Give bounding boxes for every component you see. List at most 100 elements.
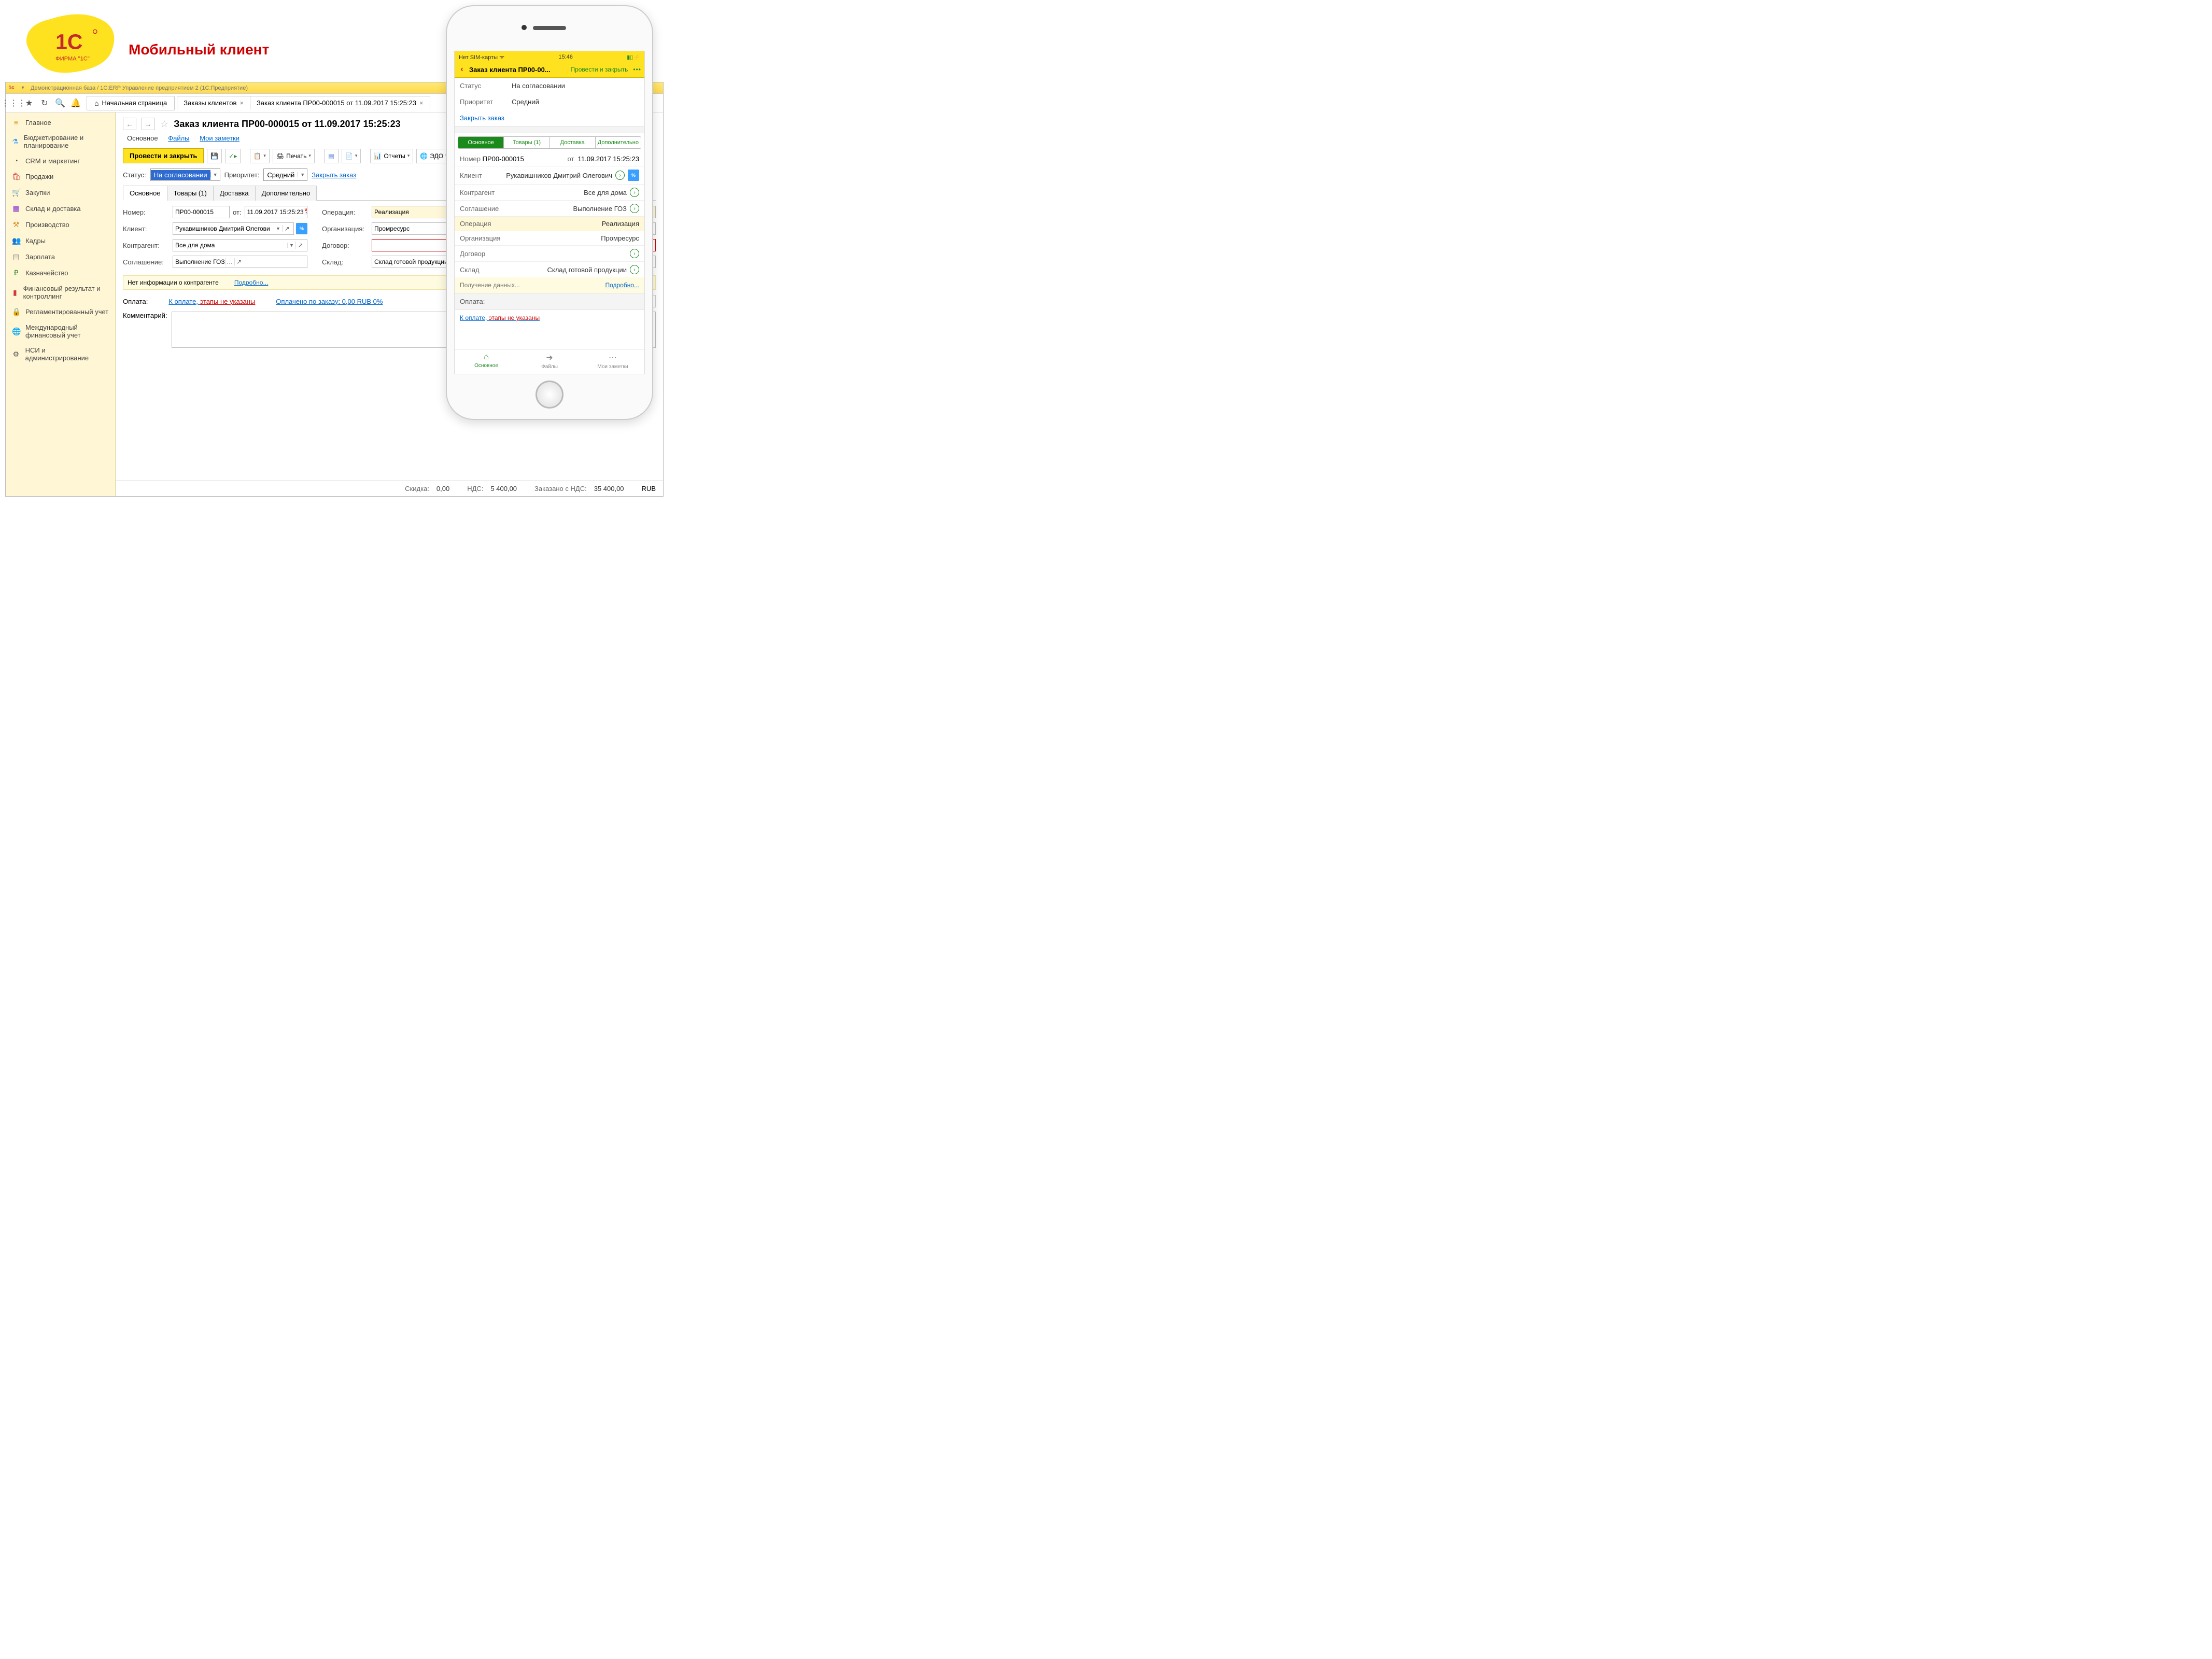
bell-icon[interactable]: 🔔 <box>68 95 83 111</box>
phone-tab-extra[interactable]: Дополнительно <box>596 137 641 148</box>
phone-tab-main[interactable]: Основное <box>458 137 504 148</box>
status-value: На согласовании <box>151 170 210 180</box>
phone-tab-delivery[interactable]: Доставка <box>550 137 596 148</box>
bottom-tab-label: Файлы <box>541 364 558 370</box>
phone-status-row: Статус На согласовании <box>455 78 644 94</box>
phone-payment-link[interactable]: К оплате, этапы не указаны <box>455 310 644 326</box>
phone-tab-goods[interactable]: Товары (1) <box>504 137 550 148</box>
more-icon[interactable]: ••• <box>633 66 641 73</box>
reports-button[interactable]: 📊 Отчеты▾ <box>370 149 413 163</box>
home-tab[interactable]: ⌂ Начальная страница <box>87 96 175 110</box>
open-icon[interactable]: ↗ <box>295 242 305 249</box>
calendar-icon[interactable]: 📅 <box>304 208 307 216</box>
agreement-field[interactable]: Выполнение ГОЗ…↗ <box>173 256 307 268</box>
star-icon[interactable]: ★ <box>21 95 37 111</box>
bottom-tab-files[interactable]: ➜Файлы <box>518 349 581 374</box>
sidebar-item-sales[interactable]: 🛍Продажи <box>6 168 115 185</box>
save-button[interactable]: 💾 <box>207 149 222 163</box>
percent-badge-icon[interactable]: % <box>628 170 639 181</box>
phone-operation-row[interactable]: Операция Реализация <box>455 217 644 231</box>
close-icon[interactable]: × <box>239 99 244 107</box>
create-based-button[interactable]: 📄▾ <box>342 149 361 163</box>
partner-field[interactable]: Все для дома▼↗ <box>173 239 307 251</box>
sidebar-item-admin[interactable]: ⚙НСИ и администрирование <box>6 343 115 365</box>
open-icon[interactable]: ↗ <box>234 258 244 265</box>
phone-speaker <box>533 26 566 30</box>
phone-contract-row[interactable]: Договор › <box>455 246 644 261</box>
copy-button[interactable]: 📋▾ <box>250 149 269 163</box>
comment-label: Комментарий: <box>123 312 167 348</box>
phone-client-row[interactable]: Клиент Рукавишников Дмитрий Олегович›% <box>455 166 644 184</box>
post-button[interactable]: ✓▸ <box>225 149 241 163</box>
tab-order-doc[interactable]: Заказ клиента ПР00-000015 от 11.09.2017 … <box>250 96 430 110</box>
org-label: Организация: <box>322 225 369 233</box>
status-select[interactable]: На согласовании ▼ <box>150 168 220 181</box>
phone-agreement-row[interactable]: Соглашение Выполнение ГОЗ› <box>455 201 644 216</box>
dropdown-icon[interactable]: ▾ <box>19 84 27 92</box>
sidebar-item-finresult[interactable]: ▮Финансовый результат и контроллинг <box>6 281 115 304</box>
date-field[interactable]: 11.09.2017 15:25:23📅 <box>245 206 307 218</box>
sidebar-item-regulated[interactable]: 🔒Регламентированный учет <box>6 304 115 320</box>
sidebar-item-purchase[interactable]: 🛒Закупки <box>6 185 115 201</box>
search-icon[interactable]: 🔍 <box>52 95 68 111</box>
subtab-main[interactable]: Основное <box>123 186 167 201</box>
bottom-tab-label: Мои заметки <box>597 364 628 370</box>
sidebar-item-warehouse[interactable]: ▦Склад и доставка <box>6 201 115 217</box>
priority-select[interactable]: Средний ▼ <box>263 168 307 181</box>
subtab-goods[interactable]: Товары (1) <box>167 186 214 201</box>
sidebar-item-budget[interactable]: ⚗Бюджетирование и планирование <box>6 130 115 153</box>
phone-home-button[interactable] <box>536 381 563 409</box>
open-icon[interactable]: ↗ <box>282 225 291 232</box>
back-icon[interactable]: ‹ <box>458 65 466 74</box>
globe-icon: 🌐 <box>12 327 20 336</box>
more-icon[interactable]: … <box>225 258 234 265</box>
subnav-files[interactable]: Файлы <box>164 132 193 144</box>
subnav-main[interactable]: Основное <box>123 132 162 144</box>
details-link[interactable]: Подробно... <box>234 279 269 286</box>
close-icon[interactable]: × <box>419 99 424 107</box>
post-close-action[interactable]: Провести и закрыть <box>570 66 628 73</box>
number-field[interactable]: ПР00-000015 <box>173 206 230 218</box>
sidebar-item-hr[interactable]: 👥Кадры <box>6 233 115 249</box>
list-button[interactable]: ▤ <box>324 149 339 163</box>
document-statusbar: Скидка: 0,00 НДС: 5 400,00 Заказано с НД… <box>116 481 663 496</box>
phone-close-order[interactable]: Закрыть заказ <box>455 110 644 126</box>
phone-org-row[interactable]: Организация Промресурс <box>455 231 644 245</box>
sidebar-item-main[interactable]: ≡Главное <box>6 115 115 130</box>
bottom-tab-label: Основное <box>474 363 498 369</box>
phone-info-strip: Получение данных... Подробно... <box>455 277 644 293</box>
favorite-icon[interactable]: ☆ <box>160 119 168 130</box>
subtab-delivery[interactable]: Доставка <box>213 186 256 201</box>
sidebar-item-treasury[interactable]: ₽Казначейство <box>6 265 115 281</box>
phone-warehouse-row[interactable]: Склад Склад готовой продукции› <box>455 262 644 277</box>
percent-badge-icon[interactable]: % <box>296 223 307 234</box>
payment-link[interactable]: К оплате, этапы не указаны <box>168 298 255 305</box>
back-button[interactable]: ← <box>123 118 136 130</box>
forward-button[interactable]: → <box>142 118 155 130</box>
sidebar-item-production[interactable]: ⚒Производство <box>6 217 115 233</box>
field-value: Рукавишников Дмитрий Олегови <box>175 225 270 232</box>
print-button[interactable]: 🖨 Печать▾ <box>273 149 315 163</box>
sidebar-item-ifrs[interactable]: 🌐Международный финансовый учет <box>6 320 115 343</box>
grid-icon[interactable]: ⋮⋮⋮ <box>6 95 21 111</box>
client-field[interactable]: Рукавишников Дмитрий Олегови▼↗ <box>173 222 294 235</box>
sidebar-item-salary[interactable]: ▤Зарплата <box>6 249 115 265</box>
history-icon[interactable]: ↻ <box>37 95 52 111</box>
sidebar-item-label: Производство <box>25 221 69 229</box>
phone-partner-row[interactable]: Контрагент Все для дома› <box>455 185 644 200</box>
paid-link[interactable]: Оплачено по заказу: 0,00 RUB 0% <box>276 298 383 305</box>
subtab-extra[interactable]: Дополнительно <box>255 186 317 201</box>
post-and-close-button[interactable]: Провести и закрыть <box>123 148 204 163</box>
sidebar-item-crm[interactable]: ◔CRM и маркетинг <box>6 153 115 168</box>
close-order-link[interactable]: Закрыть заказ <box>312 171 356 179</box>
operation-value: Реализация <box>602 220 639 228</box>
chevron-right-icon: › <box>630 265 639 274</box>
bottom-tab-notes[interactable]: ⋯Мои заметки <box>581 349 644 374</box>
tab-orders[interactable]: Заказы клиентов × <box>177 96 250 110</box>
details-link[interactable]: Подробно... <box>605 282 639 289</box>
bottom-tab-main[interactable]: ⌂Основное <box>455 349 518 374</box>
edo-label: ЭДО <box>430 152 443 160</box>
bag-icon: 🛍 <box>12 172 20 181</box>
priority-value: Средний <box>512 98 639 106</box>
subnav-notes[interactable]: Мои заметки <box>195 132 244 144</box>
